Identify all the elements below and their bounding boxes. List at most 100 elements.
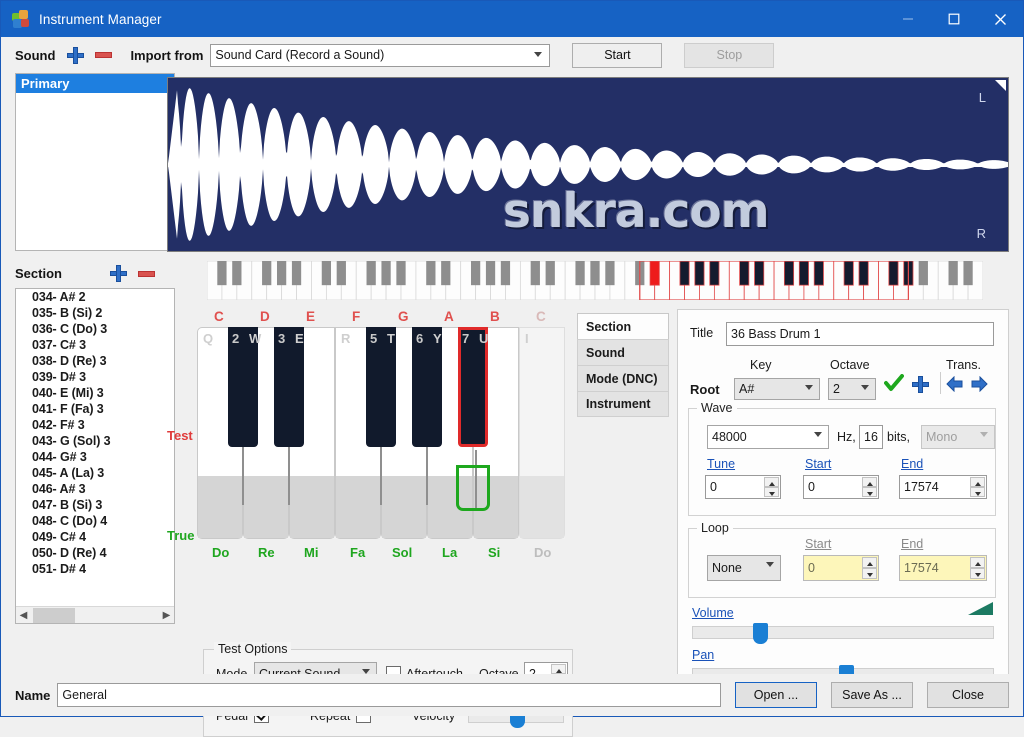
- wave-end-input[interactable]: 17574: [899, 475, 987, 499]
- loop-end-stepper[interactable]: [970, 557, 985, 579]
- channels-select: Mono: [921, 425, 995, 449]
- note-name-row: CDEFGABC: [197, 309, 565, 327]
- list-item[interactable]: 039- D# 3: [16, 369, 174, 385]
- start-button[interactable]: Start: [572, 42, 663, 68]
- list-item[interactable]: 035- B (Si) 2: [16, 305, 174, 321]
- list-item[interactable]: 047- B (Si) 3: [16, 497, 174, 513]
- note-name: C: [536, 309, 546, 324]
- remove-sound-icon[interactable]: [95, 52, 113, 58]
- tune-stepper[interactable]: [764, 477, 779, 497]
- loop-start-link[interactable]: Start: [805, 537, 831, 551]
- volume-slider[interactable]: [692, 623, 994, 644]
- arrow-right-icon[interactable]: [970, 375, 988, 395]
- section-detail-panel: Title 36 Bass Drum 1 Root Key A# Octave …: [677, 309, 1009, 709]
- close-button[interactable]: Close: [927, 682, 1009, 708]
- volume-link[interactable]: Volume: [692, 606, 734, 620]
- check-icon[interactable]: [884, 374, 904, 395]
- keys-container[interactable]: Q W E R T Y U I 2 3 5 6 7: [197, 327, 565, 539]
- waveform-center-line: [168, 164, 1008, 167]
- loop-start-input[interactable]: 0: [803, 555, 879, 581]
- section-hscrollbar[interactable]: ◀ ▶: [16, 606, 174, 623]
- sample-rate-select[interactable]: 48000: [707, 425, 829, 449]
- bit-depth-input[interactable]: 16: [859, 425, 883, 449]
- arrow-left-icon[interactable]: [946, 375, 964, 395]
- list-item[interactable]: 038- D (Re) 3: [16, 353, 174, 369]
- list-item[interactable]: 051- D# 4: [16, 561, 174, 577]
- scroll-left-icon[interactable]: ◀: [16, 610, 31, 621]
- loop-mode-select[interactable]: None: [707, 555, 781, 581]
- tab-sound[interactable]: Sound: [577, 339, 669, 365]
- wave-start-stepper[interactable]: [862, 477, 877, 497]
- remove-section-icon[interactable]: [137, 270, 155, 277]
- list-item[interactable]: 044- G# 3: [16, 449, 174, 465]
- close-icon[interactable]: [977, 1, 1023, 37]
- list-item[interactable]: 049- C# 4: [16, 529, 174, 545]
- title-input[interactable]: 36 Bass Drum 1: [726, 322, 994, 346]
- mini-keyboard[interactable]: [206, 260, 984, 301]
- list-item[interactable]: 041- F (Fa) 3: [16, 401, 174, 417]
- add-root-icon[interactable]: [912, 376, 929, 393]
- open-button[interactable]: Open ...: [735, 682, 817, 708]
- tab-mode-dnc[interactable]: Mode (DNC): [577, 365, 669, 391]
- resize-corner-icon: [995, 80, 1006, 91]
- minimize-icon[interactable]: [885, 1, 931, 37]
- detail-tabs[interactable]: Section Sound Mode (DNC) Instrument: [577, 313, 669, 417]
- wave-end-stepper[interactable]: [970, 477, 985, 497]
- scroll-track[interactable]: [75, 607, 159, 623]
- list-item[interactable]: 043- G (Sol) 3: [16, 433, 174, 449]
- white-key-letter: R: [341, 331, 351, 346]
- tune-link[interactable]: Tune: [707, 457, 735, 471]
- true-key-selected[interactable]: [456, 465, 490, 511]
- import-source-select[interactable]: Sound Card (Record a Sound): [210, 43, 551, 67]
- root-key-select[interactable]: A#: [734, 378, 820, 400]
- scroll-right-icon[interactable]: ▶: [159, 610, 174, 621]
- tab-section[interactable]: Section: [577, 313, 669, 339]
- bits-label: bits,: [887, 430, 910, 444]
- root-octave-select[interactable]: 2: [828, 378, 876, 400]
- list-item[interactable]: 036- C (Do) 3: [16, 321, 174, 337]
- volume-slider-thumb[interactable]: [753, 623, 768, 644]
- white-key-foot: [520, 476, 564, 538]
- list-item[interactable]: 048- C (Do) 4: [16, 513, 174, 529]
- list-item[interactable]: Primary: [16, 74, 174, 93]
- tune-value: 0: [710, 480, 717, 494]
- list-item[interactable]: 046- A# 3: [16, 481, 174, 497]
- chevron-down-icon: [980, 432, 988, 437]
- list-item[interactable]: 034- A# 2: [16, 289, 174, 305]
- loop-end-link[interactable]: End: [901, 537, 923, 551]
- white-key[interactable]: [519, 327, 565, 539]
- piano-keyboard[interactable]: C D E F G A B C Q W E R T Y U I 2 3 5 6 7 Do Re Mi Fa Sol La Si Do: [197, 309, 565, 569]
- list-item[interactable]: 040- E (Mi) 3: [16, 385, 174, 401]
- sound-label: Sound: [15, 47, 56, 63]
- solfege-label: Do: [212, 545, 230, 560]
- name-label: Name: [15, 687, 51, 703]
- list-item[interactable]: 042- F# 3: [16, 417, 174, 433]
- wave-end-link[interactable]: End: [901, 457, 923, 471]
- list-item[interactable]: 037- C# 3: [16, 337, 174, 353]
- loop-start-stepper[interactable]: [862, 557, 877, 579]
- tab-instrument[interactable]: Instrument: [577, 391, 669, 417]
- name-input[interactable]: General: [57, 683, 721, 707]
- list-item[interactable]: 050- D (Re) 4: [16, 545, 174, 561]
- section-listbox[interactable]: 034- A# 2 035- B (Si) 2 036- C (Do) 3 037- …: [15, 288, 175, 624]
- add-sound-icon[interactable]: [67, 46, 85, 64]
- instrument-manager-window: Instrument Manager Sound Import from Sou…: [0, 0, 1024, 737]
- chevron-down-icon: [534, 51, 543, 57]
- note-name: A: [444, 309, 454, 324]
- main-body: Primary Section 034- A# 2 035- B (Si) 2 03…: [1, 73, 1023, 737]
- maximize-icon[interactable]: [931, 1, 977, 37]
- loop-group: Loop None Start 0 End 17574: [688, 521, 996, 598]
- root-octave-value: 2: [833, 382, 840, 396]
- wave-start-input[interactable]: 0: [803, 475, 879, 499]
- pan-link[interactable]: Pan: [692, 648, 714, 662]
- scroll-thumb[interactable]: [33, 607, 75, 623]
- loop-end-input[interactable]: 17574: [899, 555, 987, 581]
- sound-listbox[interactable]: Primary: [15, 73, 175, 251]
- list-item[interactable]: 045- A (La) 3: [16, 465, 174, 481]
- window-title: Instrument Manager: [39, 11, 162, 27]
- save-as-button[interactable]: Save As ...: [831, 682, 913, 708]
- waveform-display[interactable]: L R snkra.com: [167, 77, 1009, 252]
- wave-start-link[interactable]: Start: [805, 457, 831, 471]
- tune-input[interactable]: 0: [705, 475, 781, 499]
- add-section-icon[interactable]: [109, 265, 127, 282]
